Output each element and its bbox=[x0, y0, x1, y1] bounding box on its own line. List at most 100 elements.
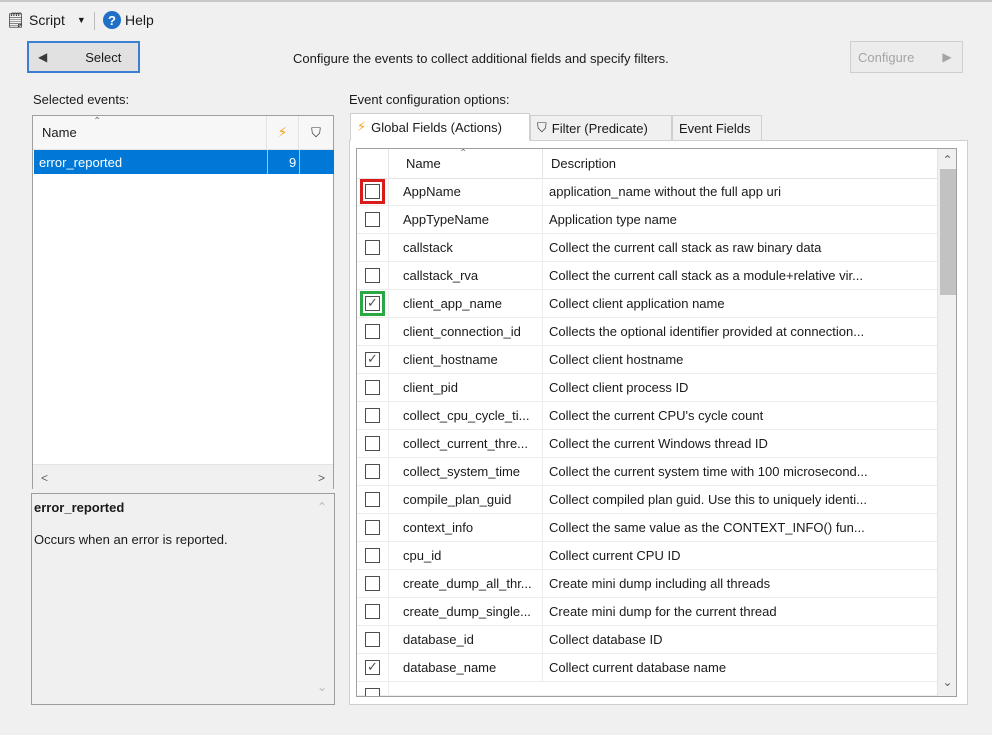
tab-filter[interactable]: ⛉ Filter (Predicate) bbox=[530, 115, 672, 141]
grid-row[interactable]: create_dump_all_thr... Create mini dump i… bbox=[357, 570, 937, 598]
grid-checkbox-cell bbox=[357, 206, 389, 233]
description-header-label: Description bbox=[551, 156, 617, 171]
grid-row[interactable]: database_id Collect database ID bbox=[357, 626, 937, 654]
field-checkbox[interactable] bbox=[365, 240, 380, 255]
field-description: Collect the current CPU's cycle count bbox=[549, 408, 764, 423]
grid-row-partial bbox=[357, 682, 937, 696]
field-checkbox[interactable] bbox=[365, 520, 380, 535]
script-icon: 🗒 bbox=[6, 12, 26, 29]
help-button[interactable]: ? Help bbox=[103, 11, 154, 29]
grid-checkbox-cell bbox=[357, 402, 389, 429]
grid-row[interactable]: compile_plan_guid Collect compiled plan g… bbox=[357, 486, 937, 514]
field-description: Collect client application name bbox=[549, 296, 725, 311]
event-config-label: Event configuration options: bbox=[349, 92, 510, 107]
field-checkbox[interactable] bbox=[365, 408, 380, 423]
field-description: Collect current CPU ID bbox=[549, 548, 681, 563]
configure-button[interactable]: Configure ▶ bbox=[850, 41, 963, 73]
field-description: application_name without the full app ur… bbox=[549, 184, 781, 199]
filter-icon: ⛉ bbox=[537, 120, 547, 135]
grid-row[interactable]: database_name Collect current database na… bbox=[357, 654, 937, 682]
grid-vertical-scrollbar[interactable]: ⌃ ⌄ bbox=[937, 149, 956, 696]
field-checkbox-checked[interactable] bbox=[360, 291, 385, 316]
grid-checkbox-cell bbox=[357, 430, 389, 457]
event-row-error-reported[interactable]: error_reported 9 bbox=[34, 150, 334, 174]
scroll-down-icon[interactable]: ⌄ bbox=[939, 673, 956, 690]
scroll-left-icon[interactable]: < bbox=[36, 469, 53, 486]
description-text: Occurs when an error is reported. bbox=[34, 532, 228, 547]
script-menu[interactable]: 🗒 Script ▼ bbox=[6, 11, 86, 29]
field-checkbox[interactable] bbox=[365, 604, 380, 619]
field-name: callstack bbox=[389, 234, 543, 261]
grid-row[interactable]: cpu_id Collect current CPU ID bbox=[357, 542, 937, 570]
field-description: Collect the current call stack as a modu… bbox=[549, 268, 863, 283]
name-column-header[interactable]: Name ⌃ bbox=[389, 149, 543, 178]
field-checkbox[interactable] bbox=[365, 687, 380, 696]
field-description: Collect the current Windows thread ID bbox=[549, 436, 768, 451]
events-name-column-header[interactable]: Name ⌃ bbox=[33, 116, 267, 149]
scroll-down-icon[interactable]: ⌄ bbox=[317, 680, 327, 694]
grid-checkbox-cell bbox=[357, 234, 389, 261]
field-checkbox[interactable] bbox=[365, 324, 380, 339]
description-column-header[interactable]: Description bbox=[543, 149, 937, 178]
field-checkbox-checked[interactable] bbox=[365, 352, 380, 367]
grid-row[interactable]: create_dump_single... Create mini dump fo… bbox=[357, 598, 937, 626]
field-checkbox[interactable] bbox=[365, 268, 380, 283]
scroll-up-icon[interactable]: ⌃ bbox=[317, 500, 327, 514]
field-name: AppName bbox=[389, 178, 543, 205]
grid-row[interactable]: client_app_name Collect client applicatio… bbox=[357, 290, 937, 318]
filter-icon: ⛉ bbox=[311, 124, 321, 140]
field-checkbox[interactable] bbox=[365, 632, 380, 647]
lightning-icon: ⚡ bbox=[277, 124, 288, 140]
grid-row[interactable]: AppName application_name without the full… bbox=[357, 178, 937, 206]
grid-row[interactable]: client_connection_id Collects the optiona… bbox=[357, 318, 937, 346]
field-checkbox[interactable] bbox=[365, 548, 380, 563]
tab-event-fields[interactable]: Event Fields bbox=[672, 115, 762, 141]
events-filter-column-header[interactable]: ⛉ bbox=[299, 116, 333, 149]
field-description: Collect database ID bbox=[549, 632, 663, 647]
field-checkbox[interactable] bbox=[360, 179, 385, 204]
configure-button-label: Configure bbox=[858, 49, 915, 65]
grid-row[interactable]: callstack_rva Collect the current call st… bbox=[357, 262, 937, 290]
field-name: client_app_name bbox=[389, 290, 543, 317]
field-name: context_info bbox=[389, 514, 543, 541]
field-name: create_dump_all_thr... bbox=[389, 570, 543, 597]
events-actions-column-header[interactable]: ⚡ bbox=[267, 116, 299, 149]
field-checkbox[interactable] bbox=[365, 464, 380, 479]
tab-global-fields[interactable]: ⚡ Global Fields (Actions) bbox=[350, 113, 530, 141]
grid-checkbox-cell bbox=[357, 570, 389, 597]
field-description: Collect compiled plan guid. Use this to … bbox=[549, 492, 867, 507]
select-button[interactable]: ◀ Select bbox=[27, 41, 140, 73]
field-checkbox[interactable] bbox=[365, 492, 380, 507]
grid-row[interactable]: collect_current_thre... Collect the curre… bbox=[357, 430, 937, 458]
instruction-text: Configure the events to collect addition… bbox=[293, 51, 669, 66]
scrollbar-thumb[interactable] bbox=[940, 169, 956, 295]
grid-row[interactable]: context_info Collect the same value as th… bbox=[357, 514, 937, 542]
events-name-header-label: Name bbox=[42, 125, 77, 140]
field-checkbox[interactable] bbox=[365, 436, 380, 451]
grid-row[interactable]: client_hostname Collect client hostname bbox=[357, 346, 937, 374]
grid-row[interactable]: callstack Collect the current call stack … bbox=[357, 234, 937, 262]
field-checkbox[interactable] bbox=[365, 380, 380, 395]
field-name: compile_plan_guid bbox=[389, 486, 543, 513]
event-description-panel: error_reported Occurs when an error is r… bbox=[31, 493, 335, 705]
events-horizontal-scrollbar[interactable]: < > bbox=[33, 464, 333, 489]
grid-row[interactable]: collect_system_time Collect the current s… bbox=[357, 458, 937, 486]
field-checkbox[interactable] bbox=[365, 576, 380, 591]
field-checkbox[interactable] bbox=[365, 212, 380, 227]
field-checkbox-checked[interactable] bbox=[365, 660, 380, 675]
grid-row[interactable]: AppTypeName Application type name bbox=[357, 206, 937, 234]
field-description: Application type name bbox=[549, 212, 677, 227]
lightning-icon: ⚡ bbox=[357, 119, 367, 134]
grid-row[interactable]: client_pid Collect client process ID bbox=[357, 374, 937, 402]
toolbar: 🗒 Script ▼ ? Help bbox=[0, 0, 992, 38]
events-list-header: Name ⌃ ⚡ ⛉ bbox=[33, 116, 333, 150]
global-fields-grid[interactable]: Name ⌃ Description AppName application_na… bbox=[356, 148, 957, 697]
chevron-down-icon: ▼ bbox=[76, 15, 86, 25]
scroll-right-icon[interactable]: > bbox=[313, 469, 330, 486]
field-name: client_connection_id bbox=[389, 318, 543, 345]
selected-events-list[interactable]: Name ⌃ ⚡ ⛉ error_reported 9 < > bbox=[32, 115, 334, 489]
scroll-up-icon[interactable]: ⌃ bbox=[939, 151, 956, 168]
grid-row[interactable]: collect_cpu_cycle_ti... Collect the curre… bbox=[357, 402, 937, 430]
grid-checkbox-cell bbox=[357, 346, 389, 373]
field-name: client_pid bbox=[389, 374, 543, 401]
